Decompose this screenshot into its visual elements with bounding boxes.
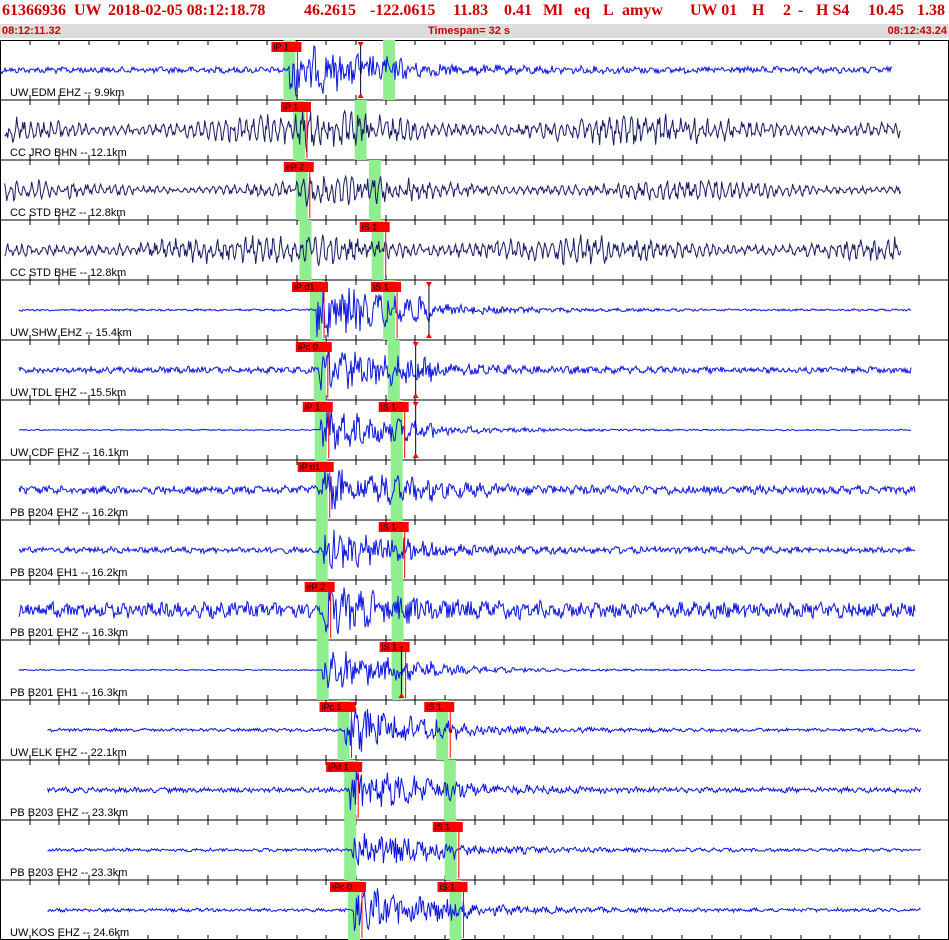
waveform xyxy=(47,888,921,931)
waveform xyxy=(4,174,902,207)
p-pick-flag-text: iP 1 xyxy=(305,402,320,412)
origin-source: UW 01 xyxy=(690,2,738,19)
waveform xyxy=(0,45,893,97)
station-label: PB B201 EH1 -- 16.3km xyxy=(10,687,127,699)
event-header: 61366936 UW 2018-02-05 08:12:18.78 46.26… xyxy=(0,0,949,40)
trace-row[interactable]: iP 1 UW EDM EHZ -- 9.9km xyxy=(0,40,949,101)
event-id: 61366936 xyxy=(2,2,66,19)
trace-row[interactable]: iP d1 PB B204 EHZ -- 16.2km xyxy=(0,460,949,521)
trace-row[interactable]: eP 2 CC STD BHZ -- 12.8km xyxy=(0,160,949,221)
trace-row[interactable]: iP 1 CC JRO BHN -- 12.1km xyxy=(0,100,949,161)
trace-row[interactable]: iPc 0 iS 1 UW KOS EHZ -- 24.6km xyxy=(0,880,949,940)
station-label: CC STD BHZ -- 12.8km xyxy=(10,207,126,219)
gap-value: 1.38 xyxy=(917,2,945,19)
trace-row[interactable]: iPc 1 iS 1 UW ELK EHZ -- 22.1km xyxy=(0,700,949,761)
station-label: PB B201 EHZ -- 16.3km xyxy=(10,627,128,639)
p-pick-flag-text: iP d1 xyxy=(294,282,314,292)
time-bar: 08:12:11.32 Timespan= 32 s 08:12:43.24 xyxy=(0,24,949,38)
trace-row[interactable]: iPd 1 PB B203 EHZ -- 23.3km xyxy=(0,760,949,821)
waveform xyxy=(18,409,912,450)
s-pick-window xyxy=(383,40,396,100)
trace-row[interactable]: iP 1 iS 1 UW CDF EHZ -- 16.1km xyxy=(0,400,949,461)
depth: 11.83 xyxy=(453,2,489,19)
analyst: amyw xyxy=(622,2,663,19)
waveform xyxy=(18,651,916,689)
h-number: 2 xyxy=(783,2,791,19)
s-pick-flag-text: iS 1 xyxy=(426,702,442,712)
s-pick-window xyxy=(390,460,403,520)
s-pick-flag-text: iS 1 xyxy=(382,642,398,652)
timespan: Timespan= 32 s xyxy=(428,25,511,37)
trace-row[interactable]: iS 1 PB B204 EH1 -- 16.2km xyxy=(0,520,949,581)
station-label: PB B203 EHZ -- 23.3km xyxy=(10,807,128,819)
station-label: CC STD BHE -- 12.8km xyxy=(10,267,126,279)
s-pick-flag-text: iS 1 xyxy=(381,402,397,412)
waveform xyxy=(18,287,912,338)
start-time: 08:12:11.32 xyxy=(2,25,61,37)
station-label: UW EDM EHZ -- 9.9km xyxy=(10,87,124,99)
longitude: -122.0615 xyxy=(370,2,436,19)
h-s-code: H S4 xyxy=(816,2,850,19)
trace-row[interactable]: iS 1 CC STD BHE -- 12.8km xyxy=(0,220,949,281)
station-label: PB B204 EHZ -- 16.2km xyxy=(10,507,128,519)
event-flag: L xyxy=(603,2,614,19)
s-pick-flag-text: iS 1 xyxy=(435,822,451,832)
station-label: PB B203 EH2 -- 23.3km xyxy=(10,867,127,879)
waveform xyxy=(18,529,916,569)
h-code: H xyxy=(752,2,765,19)
station-label: UW ELK EHZ -- 22.1km xyxy=(10,747,127,759)
station-label: UW TDL EHZ -- 15.5km xyxy=(10,387,126,399)
trace-row[interactable]: iS 1 PB B201 EH1 -- 16.3km xyxy=(0,640,949,701)
p-pick-flag-text: iPc 0 xyxy=(332,882,352,892)
network-code: UW xyxy=(74,2,102,19)
s-pick-flag-text: iS 1 xyxy=(362,222,378,232)
magnitude: 0.41 xyxy=(504,2,532,19)
p-pick-flag-text: iP 1 xyxy=(273,42,288,52)
p-pick-flag-text: iPc 1 xyxy=(322,702,342,712)
waveform xyxy=(47,833,921,866)
trace-row[interactable]: iS 1 PB B203 EH2 -- 23.3km xyxy=(0,820,949,881)
h-dash: - xyxy=(798,2,804,19)
latitude: 46.2615 xyxy=(304,2,356,19)
waveform xyxy=(4,234,902,267)
magnitude-type: Ml xyxy=(543,2,563,19)
rms-value: 10.45 xyxy=(868,2,904,19)
waveform xyxy=(18,343,912,391)
seismogram-panel[interactable]: iP 1 UW EDM EHZ -- 9.9km iP 1 CC JRO BHN --… xyxy=(0,40,949,940)
station-label: UW CDF EHZ -- 16.1km xyxy=(10,447,129,459)
p-pick-flag-text: iP 1 xyxy=(283,102,298,112)
s-pick-flag-text: iS 1 xyxy=(373,282,389,292)
station-label: CC JRO BHN -- 12.1km xyxy=(10,147,127,159)
p-pick-flag-text: eP 2 xyxy=(307,582,325,592)
station-label: UW KOS EHZ -- 24.6km xyxy=(10,927,129,939)
p-pick-window xyxy=(299,220,312,280)
p-pick-flag-text: iP d1 xyxy=(300,462,320,472)
p-pick-flag-text: iPc 0 xyxy=(298,342,318,352)
station-label: UW SHW EHZ -- 15.4km xyxy=(10,327,132,339)
p-pick-flag-text: iPd 1 xyxy=(328,762,349,772)
waveform xyxy=(4,109,902,153)
p-pick-flag-text: eP 2 xyxy=(286,162,304,172)
trace-row[interactable]: iP d1 iS 1 UW SHW EHZ -- 15.4km xyxy=(0,280,949,341)
event-datetime: 2018-02-05 08:12:18.78 xyxy=(108,2,266,19)
station-label: PB B204 EH1 -- 16.2km xyxy=(10,567,127,579)
event-summary-line: 61366936 UW 2018-02-05 08:12:18.78 46.26… xyxy=(2,2,947,22)
s-pick-flag-text: iS 1 xyxy=(440,882,456,892)
end-time: 08:12:43.24 xyxy=(887,25,947,37)
waveform xyxy=(47,770,921,811)
s-pick-flag-text: iS 1 xyxy=(381,522,397,532)
trace-row[interactable]: iPc 0 UW TDL EHZ -- 15.5km xyxy=(0,340,949,401)
s-pick-window xyxy=(387,340,400,400)
waveform xyxy=(47,707,921,752)
event-type: eq xyxy=(574,2,590,19)
panel-frame xyxy=(0,40,949,940)
trace-row[interactable]: eP 2 PB B201 EHZ -- 16.3km xyxy=(0,580,949,641)
waveform xyxy=(18,587,916,635)
waveform xyxy=(18,469,916,510)
